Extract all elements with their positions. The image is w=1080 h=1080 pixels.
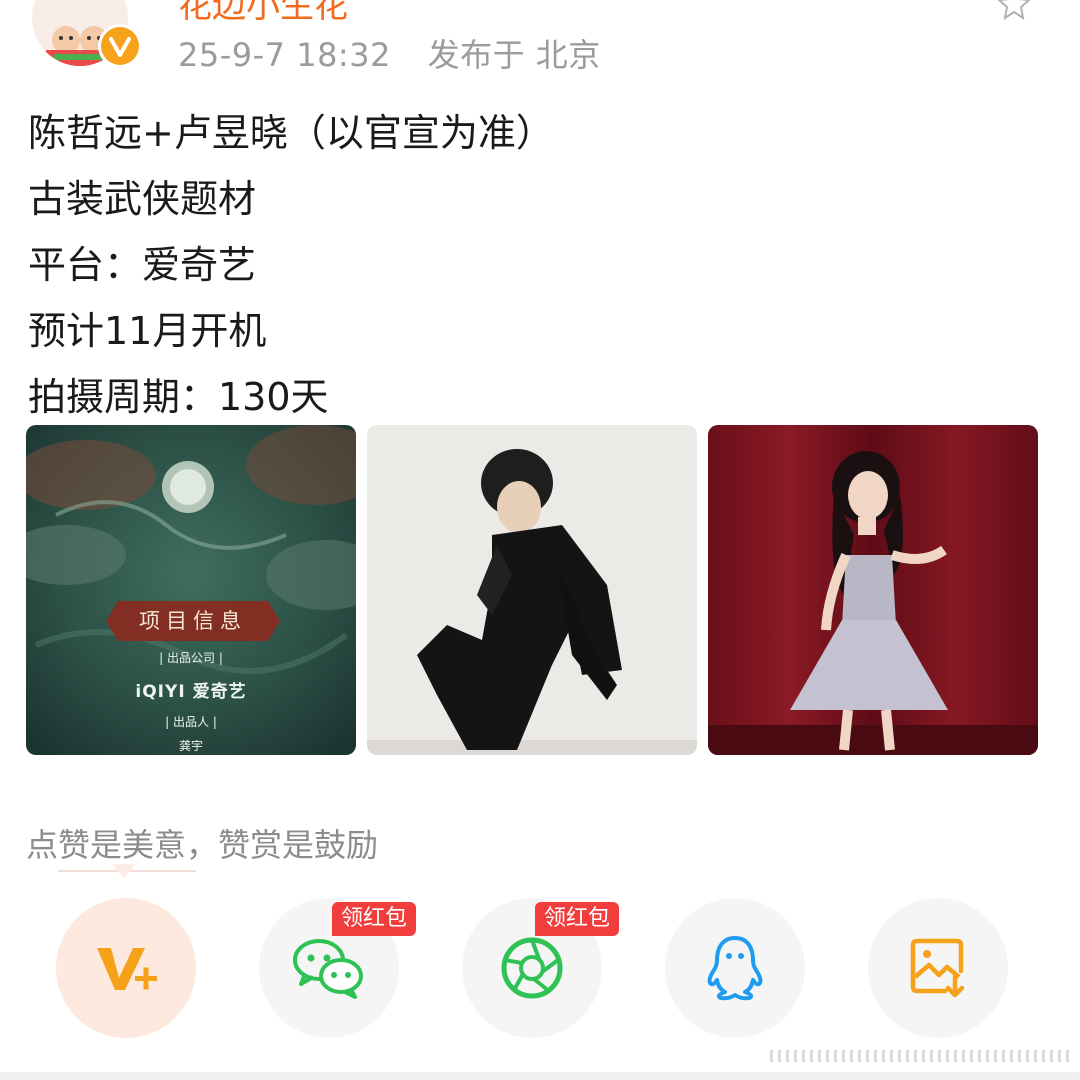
poster-company: iQIYI 爱奇艺 — [135, 682, 247, 702]
share-qq-button[interactable] — [665, 898, 805, 1038]
post-meta: 25-9-7 18:32 发布于 北京 — [178, 30, 601, 76]
post-image-poster[interactable]: 项目信息 | 出品公司 | iQIYI 爱奇艺 | 出品人 | 龚宇 — [26, 425, 356, 755]
post-line: 平台：爱奇艺 — [28, 243, 257, 287]
bottom-divider — [0, 1072, 1080, 1080]
post-line: 陈哲远+卢昱晓（以官宣为准） — [28, 111, 554, 155]
post-source: 发布于 北京 — [427, 36, 601, 74]
poster-producer: 龚宇 — [178, 739, 203, 753]
verified-badge-icon — [98, 24, 142, 68]
save-image-button[interactable] — [868, 898, 1008, 1038]
star-icon[interactable] — [996, 0, 1032, 22]
poster-title: 项目信息 — [139, 609, 247, 633]
red-packet-badge[interactable]: 领红包 — [332, 902, 417, 936]
reward-prompt: 点赞是美意，赞赏是鼓励 — [26, 826, 379, 864]
moments-icon — [501, 937, 563, 999]
wechat-icon — [293, 939, 363, 999]
reward-button[interactable] — [56, 898, 196, 1038]
v-plus-icon — [97, 948, 157, 990]
poster-label-company: | 出品公司 | — [159, 651, 223, 665]
post-line: 古装武侠题材 — [28, 177, 257, 221]
red-packet-badge[interactable]: 领红包 — [535, 902, 620, 936]
weibo-post-page: 花边小生花 25-9-7 18:32 发布于 北京 陈哲远+卢昱晓（以官宣为准）… — [0, 0, 1080, 1080]
post-image-actress[interactable] — [708, 425, 1038, 755]
tab-caret-icon — [112, 864, 136, 878]
post-line: 预计11月开机 — [28, 309, 267, 353]
save-image-icon — [910, 938, 965, 998]
poster-label-producer: | 出品人 | — [165, 715, 217, 729]
post-line: 拍摄周期：130天 — [28, 375, 329, 419]
author-name[interactable]: 花边小生花 — [178, 0, 348, 27]
scroll-indicator — [770, 1050, 1070, 1062]
qq-icon — [707, 936, 763, 1001]
post-timestamp: 25-9-7 18:32 — [178, 36, 391, 74]
post-content: 陈哲远+卢昱晓（以官宣为准） 古装武侠题材 平台：爱奇艺 预计11月开机 拍摄周… — [28, 100, 554, 430]
post-image-actor[interactable] — [367, 425, 697, 755]
